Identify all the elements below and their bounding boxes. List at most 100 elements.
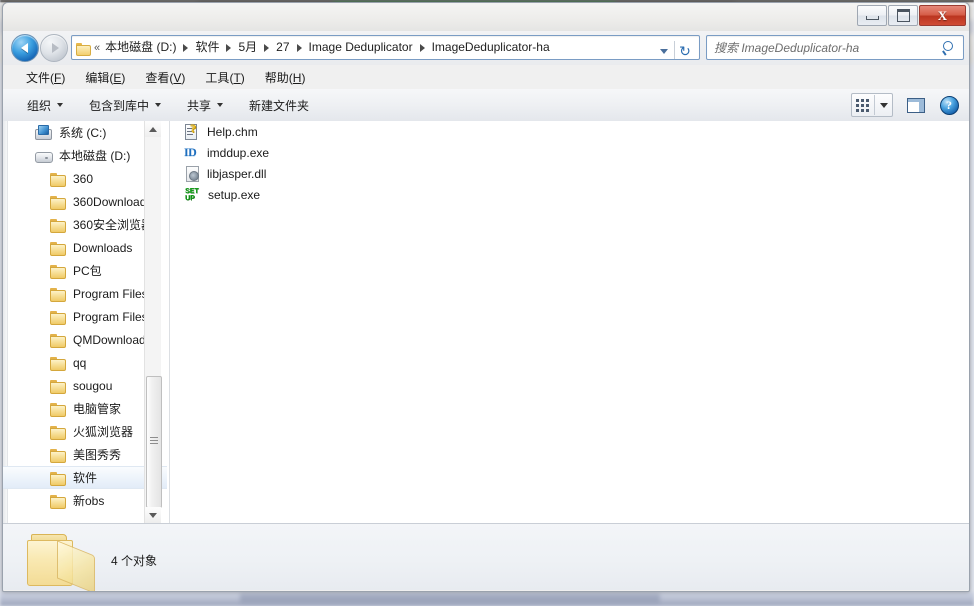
sidebar-item-program-files[interactable]: Program Files	[3, 282, 167, 305]
menu-help-accel: H	[292, 70, 302, 85]
sidebar-item-label: 系统 (C:)	[59, 126, 107, 140]
folder-icon	[49, 217, 67, 233]
chevron-down-icon	[155, 103, 162, 107]
sidebar-item-sougou[interactable]: sougou	[3, 374, 167, 397]
sidebar-item-label: 360Download	[73, 194, 147, 209]
window-controls: X	[856, 5, 966, 26]
breadcrumb-item-4[interactable]: Image Deduplicator	[305, 38, 417, 57]
sidebar-item-label: qq	[73, 355, 87, 370]
sidebar-item-system-c[interactable]: 系统 (C:)	[3, 121, 167, 144]
breadcrumb-item-1[interactable]: 软件	[191, 38, 223, 57]
breadcrumb-address-bar[interactable]: « 本地磁盘 (D:) 软件 5月 27 Image Deduplicator …	[71, 35, 700, 60]
sidebar-item-pc-bao[interactable]: PC包	[3, 259, 167, 282]
view-options-glyph	[855, 98, 869, 112]
sidebar-item-qq[interactable]: qq	[3, 351, 167, 374]
folder-icon	[49, 332, 67, 348]
command-toolbar: 组织 包含到库中 共享 新建文件夹	[3, 89, 969, 122]
chevron-up-icon	[149, 126, 157, 132]
sidebar-item-ruanjian[interactable]: 软件	[3, 466, 167, 489]
menu-view-label: 查看	[145, 70, 170, 85]
breadcrumb-separator-icon[interactable]	[183, 43, 189, 52]
chevron-down-icon	[879, 102, 888, 108]
navigation-buttons	[11, 34, 79, 62]
navigation-pane: 系统 (C:) 本地磁盘 (D:) 360 360Download 360安全浏…	[3, 121, 167, 523]
forward-button[interactable]	[40, 34, 68, 62]
scrollbar-thumb[interactable]	[146, 376, 162, 508]
minimize-button[interactable]	[857, 5, 887, 26]
file-list-pane[interactable]: Help.chm ID imddup.exe libjasper.dll SET…	[169, 121, 969, 523]
breadcrumb-item-5[interactable]: ImageDeduplicator-ha	[428, 38, 554, 57]
list-item[interactable]: Help.chm	[170, 121, 969, 142]
menu-edit-label: 编辑	[85, 70, 110, 85]
navigation-scrollbar[interactable]	[144, 121, 162, 523]
refresh-button[interactable]: ↻	[674, 41, 695, 59]
scroll-down-button[interactable]	[145, 507, 161, 523]
scroll-up-button[interactable]	[145, 121, 161, 137]
taskbar-items-blur	[240, 594, 660, 603]
list-item[interactable]: ID imddup.exe	[170, 142, 969, 163]
breadcrumb-item-3[interactable]: 27	[272, 38, 293, 57]
share-button[interactable]: 共享	[179, 93, 231, 118]
preview-pane-button[interactable]	[903, 94, 929, 116]
list-item[interactable]: libjasper.dll	[170, 163, 969, 184]
help-button[interactable]: ?	[937, 94, 961, 116]
share-label: 共享	[187, 98, 212, 113]
sidebar-item-program-files-x86[interactable]: Program Files	[3, 305, 167, 328]
organize-button[interactable]: 组织	[19, 93, 71, 118]
breadcrumb-item-2[interactable]: 5月	[234, 38, 261, 57]
breadcrumb-separator-icon[interactable]	[296, 43, 302, 52]
close-button[interactable]: X	[919, 5, 966, 26]
include-in-library-label: 包含到库中	[89, 98, 150, 113]
breadcrumb-overflow-chevron[interactable]: «	[93, 42, 101, 54]
sidebar-item-xin-obs[interactable]: 新obs	[3, 489, 167, 512]
sidebar-item-firefox[interactable]: 火狐浏览器	[3, 420, 167, 443]
search-box[interactable]: 搜索 ImageDeduplicator-ha	[706, 35, 964, 60]
folder-icon	[49, 401, 67, 417]
folder-icon	[49, 263, 67, 279]
sidebar-item-local-disk-d[interactable]: 本地磁盘 (D:)	[3, 144, 167, 167]
sidebar-item-meitu[interactable]: 美图秀秀	[3, 443, 167, 466]
address-dropdown-button[interactable]	[655, 41, 673, 59]
sidebar-item-computer-manager[interactable]: 电脑管家	[3, 397, 167, 420]
breadcrumb-separator-icon[interactable]	[419, 43, 425, 52]
breadcrumb-separator-icon[interactable]	[226, 43, 232, 52]
chevron-down-icon	[217, 103, 224, 107]
breadcrumb-item-0[interactable]: 本地磁盘 (D:)	[101, 38, 180, 57]
close-icon: X	[937, 8, 948, 23]
search-icon[interactable]	[939, 38, 959, 58]
menu-tools-accel: T	[233, 70, 241, 85]
menu-tools-label: 工具	[205, 70, 230, 85]
file-name: libjasper.dll	[207, 166, 267, 181]
scrollbar-grip-icon	[150, 437, 158, 444]
forward-arrow-icon	[52, 43, 59, 53]
sidebar-item-label: 360安全浏览器	[73, 218, 154, 232]
sidebar-item-downloads[interactable]: Downloads	[3, 236, 167, 259]
sidebar-item-360[interactable]: 360	[3, 167, 167, 190]
folder-icon	[49, 470, 67, 486]
imddup-exe-icon: ID	[184, 145, 197, 159]
sidebar-item-qmdownload[interactable]: QMDownload	[3, 328, 167, 351]
menu-help[interactable]: 帮助(H)	[256, 66, 315, 89]
sidebar-item-label: Program Files	[73, 309, 148, 324]
sidebar-item-label: 美图秀秀	[73, 448, 122, 462]
menu-file[interactable]: 文件(F)	[17, 66, 74, 89]
sidebar-item-360-browser[interactable]: 360安全浏览器	[3, 213, 167, 236]
new-folder-label: 新建文件夹	[249, 98, 310, 113]
address-bar-row: « 本地磁盘 (D:) 软件 5月 27 Image Deduplicator …	[3, 31, 969, 65]
breadcrumb-separator-icon[interactable]	[264, 43, 270, 52]
maximize-button[interactable]	[888, 5, 918, 26]
sidebar-item-label: 软件	[73, 471, 98, 485]
list-item[interactable]: SET UP setup.exe	[170, 184, 969, 205]
include-in-library-button[interactable]: 包含到库中	[81, 93, 169, 118]
refresh-icon: ↻	[679, 43, 691, 59]
dll-icon	[184, 165, 202, 182]
title-bar[interactable]: X	[3, 3, 969, 31]
view-options-dropdown[interactable]	[874, 95, 892, 115]
view-options-button[interactable]	[851, 93, 893, 117]
sidebar-item-360download[interactable]: 360Download	[3, 190, 167, 213]
menu-view[interactable]: 查看(V)	[136, 66, 194, 89]
new-folder-button[interactable]: 新建文件夹	[241, 93, 317, 118]
menu-edit[interactable]: 编辑(E)	[76, 66, 134, 89]
back-button[interactable]	[11, 34, 39, 62]
menu-tools[interactable]: 工具(T)	[196, 66, 253, 89]
